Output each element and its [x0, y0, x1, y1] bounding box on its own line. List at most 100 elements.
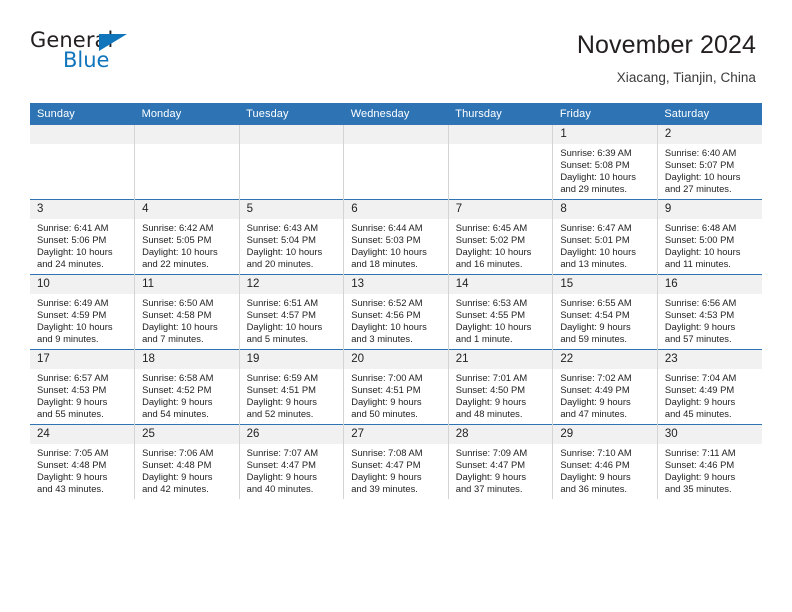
calendar-day-cell[interactable]: 13 Sunrise: 6:52 AM Sunset: 4:56 PM Dayligh… [343, 274, 449, 350]
sunset-time: Sunset: 4:48 PM [37, 459, 107, 471]
calendar-day-cell[interactable]: 10 Sunrise: 6:49 AM Sunset: 4:59 PM Dayligh… [30, 274, 135, 350]
calendar-day-cell[interactable]: 24 Sunrise: 7:05 AM Sunset: 4:48 PM Dayligh… [30, 424, 135, 499]
sunrise-time: Sunrise: 7:05 AM [37, 447, 109, 458]
day-details: Sunrise: 7:10 AM Sunset: 4:46 PM Daylight:… [553, 444, 657, 495]
daylight-duration-line1: Daylight: 10 hours [37, 321, 113, 333]
weekday-header-monday: Monday [134, 103, 240, 125]
calendar-day-cell[interactable]: 28 Sunrise: 7:09 AM Sunset: 4:47 PM Dayligh… [447, 424, 553, 499]
sunrise-time: Sunrise: 7:00 AM [351, 372, 423, 383]
sunrise-time: Sunrise: 6:41 AM [37, 222, 109, 233]
day-number: 14 [448, 275, 553, 294]
day-number: 29 [553, 425, 657, 444]
day-number: 19 [239, 350, 344, 369]
calendar-cell-empty [343, 125, 449, 200]
daylight-duration-line2: and 54 minutes. [142, 408, 209, 420]
calendar-day-cell[interactable]: 18 Sunrise: 6:58 AM Sunset: 4:52 PM Dayligh… [134, 349, 240, 425]
calendar-day-cell[interactable]: 8 Sunrise: 6:47 AM Sunset: 5:01 PM Daylight… [552, 199, 658, 275]
calendar-day-cell[interactable]: 23 Sunrise: 7:04 AM Sunset: 4:49 PM Dayligh… [656, 349, 762, 425]
logo-text-blue: Blue [63, 48, 110, 72]
daylight-duration-line2: and 3 minutes. [351, 333, 413, 345]
day-number-band [135, 125, 239, 144]
day-number: 30 [657, 425, 762, 444]
sunset-time: Sunset: 4:47 PM [246, 459, 316, 471]
daylight-duration-line2: and 7 minutes. [142, 333, 204, 345]
day-number: 25 [135, 425, 239, 444]
calendar-cell-empty [30, 125, 135, 200]
sunrise-time: Sunrise: 6:47 AM [560, 222, 632, 233]
calendar-day-cell[interactable]: 14 Sunrise: 6:53 AM Sunset: 4:55 PM Dayligh… [447, 274, 553, 350]
calendar-day-cell[interactable]: 6 Sunrise: 6:44 AM Sunset: 5:03 PM Daylight… [343, 199, 449, 275]
sunset-time: Sunset: 4:52 PM [142, 384, 212, 396]
weekday-header-friday: Friday [552, 103, 658, 125]
calendar-day-cell[interactable]: 2 Sunrise: 6:40 AM Sunset: 5:07 PM Daylight… [656, 125, 762, 200]
sunrise-time: Sunrise: 6:56 AM [664, 297, 737, 308]
sunset-time: Sunset: 4:46 PM [664, 459, 735, 471]
calendar-day-cell[interactable]: 16 Sunrise: 6:56 AM Sunset: 4:53 PM Dayligh… [656, 274, 762, 350]
day-details: Sunrise: 7:05 AM Sunset: 4:48 PM Daylight:… [30, 444, 134, 495]
calendar-day-cell[interactable]: 5 Sunrise: 6:43 AM Sunset: 5:04 PM Daylight… [238, 199, 344, 275]
day-details: Sunrise: 6:41 AM Sunset: 5:06 PM Daylight:… [30, 219, 134, 270]
daylight-duration-line1: Daylight: 10 hours [560, 246, 636, 258]
daylight-duration-line1: Daylight: 9 hours [560, 321, 631, 333]
calendar-day-cell[interactable]: 9 Sunrise: 6:48 AM Sunset: 5:00 PM Daylight… [656, 199, 762, 275]
sunrise-time: Sunrise: 7:01 AM [455, 372, 528, 383]
calendar-day-cell[interactable]: 3 Sunrise: 6:41 AM Sunset: 5:06 PM Daylight… [30, 199, 135, 275]
daylight-duration-line1: Daylight: 10 hours [455, 321, 532, 333]
calendar-day-cell[interactable]: 15 Sunrise: 6:55 AM Sunset: 4:54 PM Dayligh… [552, 274, 658, 350]
calendar-day-cell[interactable]: 17 Sunrise: 6:57 AM Sunset: 4:53 PM Dayligh… [30, 349, 135, 425]
calendar-day-cell[interactable]: 11 Sunrise: 6:50 AM Sunset: 4:58 PM Dayligh… [134, 274, 240, 350]
daylight-duration-line2: and 13 minutes. [560, 258, 628, 270]
daylight-duration-line2: and 52 minutes. [246, 408, 314, 420]
daylight-duration-line2: and 5 minutes. [246, 333, 309, 345]
calendar-day-cell[interactable]: 20 Sunrise: 7:00 AM Sunset: 4:51 PM Dayligh… [343, 349, 449, 425]
sunset-time: Sunset: 4:49 PM [560, 384, 630, 396]
sunrise-time: Sunrise: 6:39 AM [560, 147, 632, 158]
calendar-day-cell[interactable]: 25 Sunrise: 7:06 AM Sunset: 4:48 PM Dayligh… [134, 424, 240, 499]
calendar-day-cell[interactable]: 1 Sunrise: 6:39 AM Sunset: 5:08 PM Daylight… [552, 125, 658, 200]
sunset-time: Sunset: 4:48 PM [142, 459, 212, 471]
day-number: 4 [135, 200, 239, 219]
calendar-body: 1 Sunrise: 6:39 AM Sunset: 5:08 PM Daylight… [30, 125, 762, 499]
calendar-day-cell[interactable]: 26 Sunrise: 7:07 AM Sunset: 4:47 PM Dayligh… [238, 424, 344, 499]
sunset-time: Sunset: 4:57 PM [246, 309, 316, 321]
sunset-time: Sunset: 4:59 PM [37, 309, 107, 321]
calendar-day-cell[interactable]: 22 Sunrise: 7:02 AM Sunset: 4:49 PM Dayligh… [552, 349, 658, 425]
day-details: Sunrise: 6:40 AM Sunset: 5:07 PM Daylight:… [658, 144, 762, 195]
sunset-time: Sunset: 4:53 PM [664, 309, 735, 321]
day-details: Sunrise: 6:45 AM Sunset: 5:02 PM Daylight:… [449, 219, 553, 270]
calendar-day-cell[interactable]: 7 Sunrise: 6:45 AM Sunset: 5:02 PM Daylight… [447, 199, 553, 275]
calendar-day-cell[interactable]: 30 Sunrise: 7:11 AM Sunset: 4:46 PM Dayligh… [656, 424, 762, 499]
day-number: 17 [30, 350, 135, 369]
day-details: Sunrise: 6:55 AM Sunset: 4:54 PM Daylight:… [553, 294, 657, 345]
sunset-time: Sunset: 5:04 PM [246, 234, 316, 246]
calendar-day-cell[interactable]: 29 Sunrise: 7:10 AM Sunset: 4:46 PM Dayligh… [552, 424, 658, 499]
calendar-day-cell[interactable]: 19 Sunrise: 6:59 AM Sunset: 4:51 PM Dayligh… [238, 349, 344, 425]
calendar-day-cell[interactable]: 21 Sunrise: 7:01 AM Sunset: 4:50 PM Dayligh… [447, 349, 553, 425]
daylight-duration-line1: Daylight: 9 hours [455, 471, 527, 483]
day-details: Sunrise: 6:56 AM Sunset: 4:53 PM Daylight:… [658, 294, 762, 345]
general-blue-logo[interactable]: General Blue [30, 30, 142, 78]
daylight-duration-line2: and 36 minutes. [560, 483, 628, 495]
day-details: Sunrise: 6:57 AM Sunset: 4:53 PM Daylight:… [30, 369, 134, 420]
day-details: Sunrise: 6:42 AM Sunset: 5:05 PM Daylight:… [135, 219, 239, 270]
daylight-duration-line1: Daylight: 9 hours [351, 396, 422, 408]
calendar-day-cell[interactable]: 27 Sunrise: 7:08 AM Sunset: 4:47 PM Dayligh… [343, 424, 449, 499]
sunrise-time: Sunrise: 6:40 AM [664, 147, 737, 158]
daylight-duration-line2: and 55 minutes. [37, 408, 104, 420]
day-details: Sunrise: 6:59 AM Sunset: 4:51 PM Daylight:… [240, 369, 344, 420]
day-number: 10 [30, 275, 135, 294]
day-number: 21 [448, 350, 553, 369]
daylight-duration-line1: Daylight: 9 hours [664, 471, 736, 483]
day-number: 20 [344, 350, 448, 369]
daylight-duration-line2: and 16 minutes. [455, 258, 523, 270]
daylight-duration-line2: and 50 minutes. [351, 408, 418, 420]
calendar-day-cell[interactable]: 12 Sunrise: 6:51 AM Sunset: 4:57 PM Dayligh… [238, 274, 344, 350]
title-block: November 2024 Xiacang, Tianjin, China [577, 30, 756, 84]
daylight-duration-line1: Daylight: 10 hours [246, 321, 323, 333]
calendar-day-cell[interactable]: 4 Sunrise: 6:42 AM Sunset: 5:05 PM Daylight… [134, 199, 240, 275]
day-details: Sunrise: 7:09 AM Sunset: 4:47 PM Daylight:… [449, 444, 553, 495]
calendar-cell-empty [238, 125, 344, 200]
day-details: Sunrise: 7:11 AM Sunset: 4:46 PM Daylight:… [658, 444, 762, 495]
sunrise-time: Sunrise: 6:43 AM [246, 222, 319, 233]
sunset-time: Sunset: 4:54 PM [560, 309, 630, 321]
